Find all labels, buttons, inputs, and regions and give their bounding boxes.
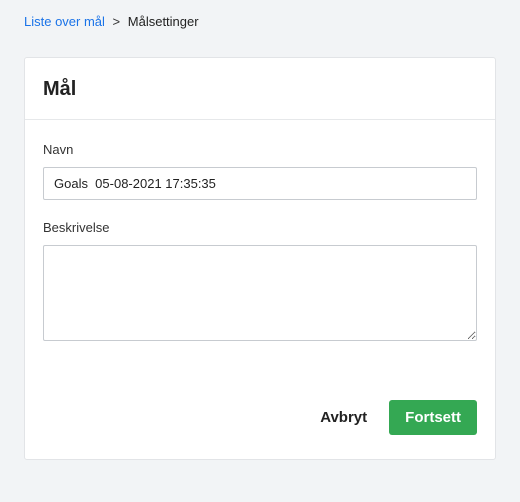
breadcrumb-current: Målsettinger [128, 14, 199, 29]
description-label: Beskrivelse [43, 220, 477, 235]
name-label: Navn [43, 142, 477, 157]
card-title: Mål [43, 78, 477, 101]
description-textarea[interactable] [43, 245, 477, 341]
form-group-name: Navn [43, 142, 477, 200]
breadcrumb: Liste over mål > Målsettinger [24, 12, 496, 29]
form-group-description: Beskrivelse [43, 220, 477, 346]
breadcrumb-separator: > [113, 14, 121, 29]
card-footer: Avbryt Fortsett [25, 376, 495, 459]
cancel-button[interactable]: Avbryt [316, 401, 371, 434]
card-header: Mål [25, 58, 495, 120]
goal-settings-card: Mål Navn Beskrivelse Avbryt Fortsett [24, 57, 496, 460]
name-input[interactable] [43, 167, 477, 200]
continue-button[interactable]: Fortsett [389, 400, 477, 435]
breadcrumb-link-goal-list[interactable]: Liste over mål [24, 14, 105, 29]
card-body: Navn Beskrivelse [25, 120, 495, 376]
